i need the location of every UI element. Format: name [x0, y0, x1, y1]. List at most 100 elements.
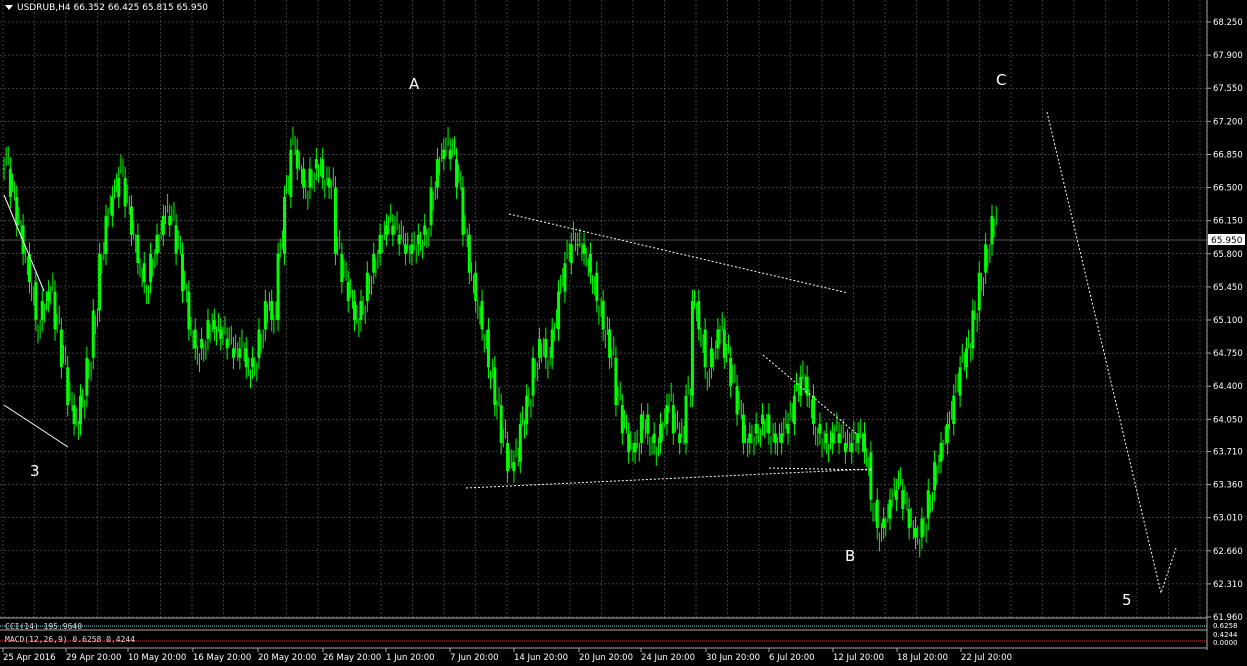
price-tick-label: 67.550 — [1213, 84, 1243, 94]
price-tick-label: 62.660 — [1213, 547, 1243, 557]
candle-body — [308, 168, 312, 188]
candle-body — [365, 272, 369, 302]
candle-body — [550, 329, 554, 358]
candle-body — [91, 310, 95, 358]
trendline-dotted — [768, 467, 873, 471]
candle-body — [671, 405, 675, 434]
candle-body — [518, 424, 522, 462]
candle-body — [321, 159, 325, 179]
candle-body — [168, 215, 172, 226]
candle-body — [506, 442, 510, 472]
candle-body — [652, 433, 656, 443]
candle-body — [926, 490, 930, 519]
candle-body — [34, 282, 38, 320]
candle-body — [123, 178, 127, 207]
time-tick-label: 6 Jul 20:00 — [769, 653, 815, 663]
time-tick-label: 20 Jun 20:00 — [579, 653, 633, 663]
price-tick-label: 63.360 — [1213, 481, 1243, 491]
time-tick-label: 1 Jun 20:00 — [386, 653, 435, 663]
price-tick-label: 67.200 — [1213, 117, 1243, 127]
candle-body — [404, 244, 408, 254]
candle-body — [98, 253, 102, 311]
candle-body — [435, 159, 439, 188]
candle-body — [212, 319, 216, 330]
time-tick-label: 20 May 20:00 — [258, 653, 316, 663]
time-tick-label: 24 Jun 20:00 — [641, 653, 695, 663]
candle-body — [741, 414, 745, 443]
time-tick-label: 12 Jul 20:00 — [833, 653, 884, 663]
symbol-header: USDRUB,H4 66.352 66.425 65.815 65.950 — [5, 3, 208, 13]
candle-body — [244, 348, 248, 368]
current-price-label: 65.950 — [1211, 236, 1243, 246]
candle-body — [595, 272, 599, 302]
candle-body — [467, 234, 471, 273]
price-tick-label: 64.050 — [1213, 415, 1243, 425]
candle-body — [620, 405, 624, 434]
wave-label-B: B — [845, 547, 855, 565]
chart-grid — [0, 0, 1247, 649]
candle-body — [480, 301, 484, 330]
candle-body — [837, 433, 841, 443]
time-tick-label: 29 Apr 20:00 — [66, 653, 121, 663]
price-tick-label: 63.710 — [1213, 447, 1243, 457]
candle-body — [257, 329, 261, 358]
candle-body — [378, 234, 382, 254]
candle-body — [66, 367, 70, 406]
candle-body — [531, 357, 535, 396]
candle-body — [805, 376, 809, 396]
candle-body — [659, 424, 663, 443]
ohlc-values: 66.352 66.425 65.815 65.950 — [73, 3, 209, 13]
wave-label-3: 3 — [30, 462, 40, 480]
price-tick-label: 64.400 — [1213, 382, 1243, 392]
candle-body — [792, 395, 796, 425]
candle-body — [327, 178, 331, 188]
candle-body — [512, 461, 516, 472]
candle-body — [773, 433, 777, 443]
price-tick-label: 66.150 — [1213, 217, 1243, 227]
candle-body — [869, 452, 873, 500]
price-chart[interactable]: 68.250 67.900 67.550 67.200 66.850 66.500 66.1… — [0, 0, 1247, 666]
candle-body — [225, 338, 229, 349]
candle-body — [582, 244, 586, 254]
candle-body — [110, 197, 114, 216]
candle-body — [984, 244, 988, 273]
price-tick-label: 65.100 — [1213, 316, 1243, 326]
price-tick-label: 65.450 — [1213, 283, 1243, 293]
candle-body — [780, 433, 784, 443]
wave-drawings — [3, 111, 1177, 595]
trendline — [3, 194, 45, 292]
candle-body — [442, 149, 446, 160]
time-tick-label: 18 Jul 20:00 — [897, 653, 948, 663]
time-tick-label: 30 Jun 20:00 — [706, 653, 760, 663]
candle-body — [684, 395, 688, 443]
time-axis: 25 Apr 2016 29 Apr 20:00 10 May 20:00 16 Ma… — [2, 648, 1012, 663]
candle-body — [78, 395, 82, 425]
candle-body — [569, 244, 573, 264]
candle-body — [608, 329, 612, 358]
candle-body — [231, 348, 235, 358]
candle-body — [710, 348, 714, 368]
candle-body — [474, 272, 478, 302]
candle-body — [142, 263, 146, 283]
candle-body — [8, 168, 12, 197]
candle-body — [423, 225, 427, 235]
candle-body — [952, 395, 956, 425]
candle-body — [933, 461, 937, 491]
candle-body — [410, 244, 414, 254]
candle-body — [601, 301, 605, 330]
price-tick-label: 64.750 — [1213, 349, 1243, 359]
candle-body — [856, 433, 860, 443]
candle-body — [448, 149, 452, 160]
candle-body — [882, 518, 886, 529]
candle-body — [251, 357, 255, 368]
candle-body — [901, 490, 905, 510]
price-tick-label: 65.800 — [1213, 250, 1243, 260]
collapse-triangle-icon[interactable] — [5, 5, 13, 10]
candle-body — [276, 253, 280, 320]
candle-body — [563, 263, 567, 292]
candle-body — [914, 528, 918, 538]
candle-body — [104, 215, 108, 254]
candle-body — [633, 442, 637, 453]
candle-body — [200, 338, 204, 349]
trendline-dotted — [508, 213, 849, 294]
